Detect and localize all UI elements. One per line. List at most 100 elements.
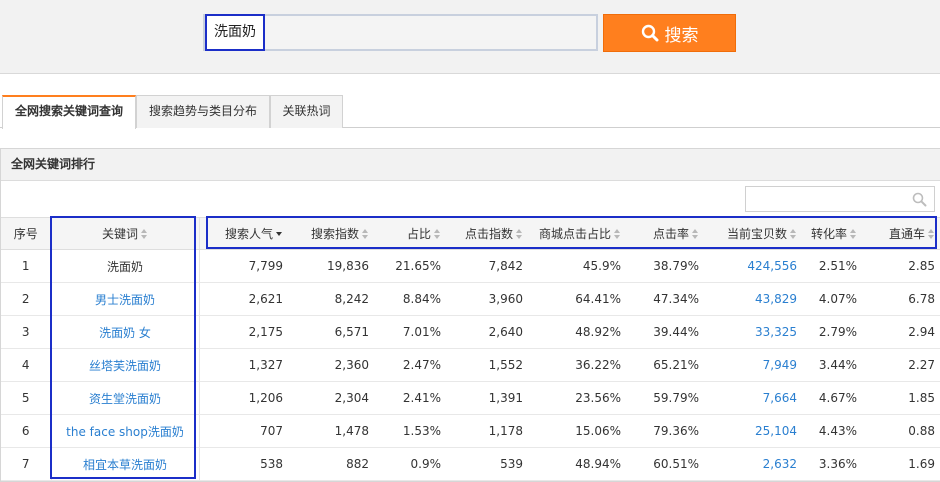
cell-keyword[interactable]: 洗面奶 xyxy=(50,249,199,283)
cell-mall-click-share: 23.56% xyxy=(529,381,627,415)
cell-item-count[interactable]: 33,325 xyxy=(705,315,803,349)
col-header-click-index[interactable]: 点击指数 xyxy=(447,217,529,250)
cell-click-index: 7,842 xyxy=(447,249,529,283)
cell-search-index: 6,571 xyxy=(289,315,375,349)
search-button-label: 搜索 xyxy=(664,25,699,46)
sort-icon[interactable] xyxy=(141,229,148,239)
cell-conversion-rate: 3.36% xyxy=(803,447,863,481)
cell-share: 21.65% xyxy=(375,249,447,283)
col-header-search-popularity[interactable]: 搜索人气 xyxy=(198,217,289,250)
cell-search-popularity: 2,175 xyxy=(198,315,289,349)
cell-ctr: 79.36% xyxy=(627,414,705,448)
col-header-item-count[interactable]: 当前宝贝数 xyxy=(705,217,803,250)
cell-ztc: 2.94 xyxy=(863,315,940,349)
table-row: 2 男士洗面奶 2,621 8,242 8.84% 3,960 64.41% 47.34% 43… xyxy=(1,282,940,316)
sort-icon[interactable] xyxy=(516,229,523,239)
cell-click-index: 1,552 xyxy=(447,348,529,382)
search-icon xyxy=(641,24,658,42)
tab-label: 全网搜索关键词查询 xyxy=(14,104,123,118)
cell-keyword[interactable]: the face shop洗面奶 xyxy=(50,414,199,448)
tab-keyword-query[interactable]: 全网搜索关键词查询 xyxy=(2,95,136,129)
sort-icon[interactable] xyxy=(614,229,621,239)
cell-search-popularity: 7,799 xyxy=(198,249,289,283)
cell-mall-click-share: 36.22% xyxy=(529,348,627,382)
cell-item-count[interactable]: 7,664 xyxy=(705,381,803,415)
cell-share: 2.41% xyxy=(375,381,447,415)
cell-item-count[interactable]: 424,556 xyxy=(705,249,803,283)
search-input-value[interactable]: 洗面奶 xyxy=(205,14,265,51)
cell-search-popularity: 538 xyxy=(198,447,289,481)
cell-mall-click-share: 45.9% xyxy=(529,249,627,283)
cell-ctr: 60.51% xyxy=(627,447,705,481)
cell-search-popularity: 707 xyxy=(198,414,289,448)
sort-icon[interactable] xyxy=(692,229,699,239)
cell-rank: 6 xyxy=(1,414,51,448)
cell-ctr: 65.21% xyxy=(627,348,705,382)
table-row: 3 洗面奶 女 2,175 6,571 7.01% 2,640 48.92% 39.44% 33… xyxy=(1,315,940,349)
cell-item-count[interactable]: 25,104 xyxy=(705,414,803,448)
table-row: 7 相宜本草洗面奶 538 882 0.9% 539 48.94% 60.51% 2,632 3.… xyxy=(1,447,940,481)
col-header-share[interactable]: 占比 xyxy=(375,217,447,250)
cell-keyword[interactable]: 洗面奶 女 xyxy=(50,315,199,349)
cell-search-popularity: 1,327 xyxy=(198,348,289,382)
cell-share: 8.84% xyxy=(375,282,447,316)
tab-search-trend[interactable]: 搜索趋势与类目分布 xyxy=(136,95,270,128)
cell-conversion-rate: 4.07% xyxy=(803,282,863,316)
cell-share: 7.01% xyxy=(375,315,447,349)
table-header-row: 序号 关键词 搜索人气 搜索指数 占比 点击指数 商城点击占比 点击率 当前宝贝… xyxy=(1,217,940,250)
col-header-keyword[interactable]: 关键词 xyxy=(50,217,199,250)
cell-item-count[interactable]: 2,632 xyxy=(705,447,803,481)
col-header-search-index[interactable]: 搜索指数 xyxy=(289,217,375,250)
cell-conversion-rate: 2.51% xyxy=(803,249,863,283)
cell-mall-click-share: 48.94% xyxy=(529,447,627,481)
cell-search-popularity: 2,621 xyxy=(198,282,289,316)
cell-ztc: 6.78 xyxy=(863,282,940,316)
sort-icon[interactable] xyxy=(362,229,369,239)
cell-conversion-rate: 2.79% xyxy=(803,315,863,349)
sort-desc-icon[interactable] xyxy=(276,229,283,239)
cell-keyword[interactable]: 男士洗面奶 xyxy=(50,282,199,316)
search-input[interactable]: 洗面奶 xyxy=(203,14,598,51)
cell-share: 0.9% xyxy=(375,447,447,481)
tab-bar: 全网搜索关键词查询 搜索趋势与类目分布 关联热词 xyxy=(0,95,940,129)
cell-keyword[interactable]: 相宜本草洗面奶 xyxy=(50,447,199,481)
col-header-ctr[interactable]: 点击率 xyxy=(627,217,705,250)
filter-input[interactable] xyxy=(745,186,935,212)
cell-mall-click-share: 15.06% xyxy=(529,414,627,448)
cell-mall-click-share: 64.41% xyxy=(529,282,627,316)
cell-item-count[interactable]: 7,949 xyxy=(705,348,803,382)
cell-click-index: 1,391 xyxy=(447,381,529,415)
table-row: 1 洗面奶 7,799 19,836 21.65% 7,842 45.9% 38.79% 424… xyxy=(1,249,940,283)
cell-rank: 4 xyxy=(1,348,51,382)
cell-search-index: 8,242 xyxy=(289,282,375,316)
cell-search-index: 1,478 xyxy=(289,414,375,448)
sort-icon[interactable] xyxy=(928,229,935,239)
cell-rank: 5 xyxy=(1,381,51,415)
cell-ctr: 38.79% xyxy=(627,249,705,283)
cell-ctr: 59.79% xyxy=(627,381,705,415)
sort-icon[interactable] xyxy=(850,229,857,239)
table-row: 6 the face shop洗面奶 707 1,478 1.53% 1,178 15.06… xyxy=(1,414,940,448)
sort-icon[interactable] xyxy=(434,229,441,239)
cell-ztc: 0.88 xyxy=(863,414,940,448)
cell-conversion-rate: 4.43% xyxy=(803,414,863,448)
tab-related-words[interactable]: 关联热词 xyxy=(270,95,343,128)
cell-ztc: 1.69 xyxy=(863,447,940,481)
cell-search-popularity: 1,206 xyxy=(198,381,289,415)
sort-icon[interactable] xyxy=(790,229,797,239)
cell-conversion-rate: 4.67% xyxy=(803,381,863,415)
cell-keyword[interactable]: 资生堂洗面奶 xyxy=(50,381,199,415)
cell-search-index: 19,836 xyxy=(289,249,375,283)
col-header-mall-click-share[interactable]: 商城点击占比 xyxy=(529,217,627,250)
col-header-conversion-rate[interactable]: 转化率 xyxy=(803,217,863,250)
keyword-ranking-panel: 全网关键词排行 序号 关键词 搜索人气 搜索指数 占比 点击指数 商城点击占比 … xyxy=(0,148,940,482)
search-icon xyxy=(912,192,927,207)
cell-keyword[interactable]: 丝塔芙洗面奶 xyxy=(50,348,199,382)
cell-search-index: 882 xyxy=(289,447,375,481)
cell-search-index: 2,360 xyxy=(289,348,375,382)
cell-item-count[interactable]: 43,829 xyxy=(705,282,803,316)
col-header-ztc[interactable]: 直通车 xyxy=(863,217,940,250)
cell-click-index: 3,960 xyxy=(447,282,529,316)
search-button[interactable]: 搜索 xyxy=(603,14,736,52)
search-area: 洗面奶 搜索 xyxy=(0,0,940,74)
